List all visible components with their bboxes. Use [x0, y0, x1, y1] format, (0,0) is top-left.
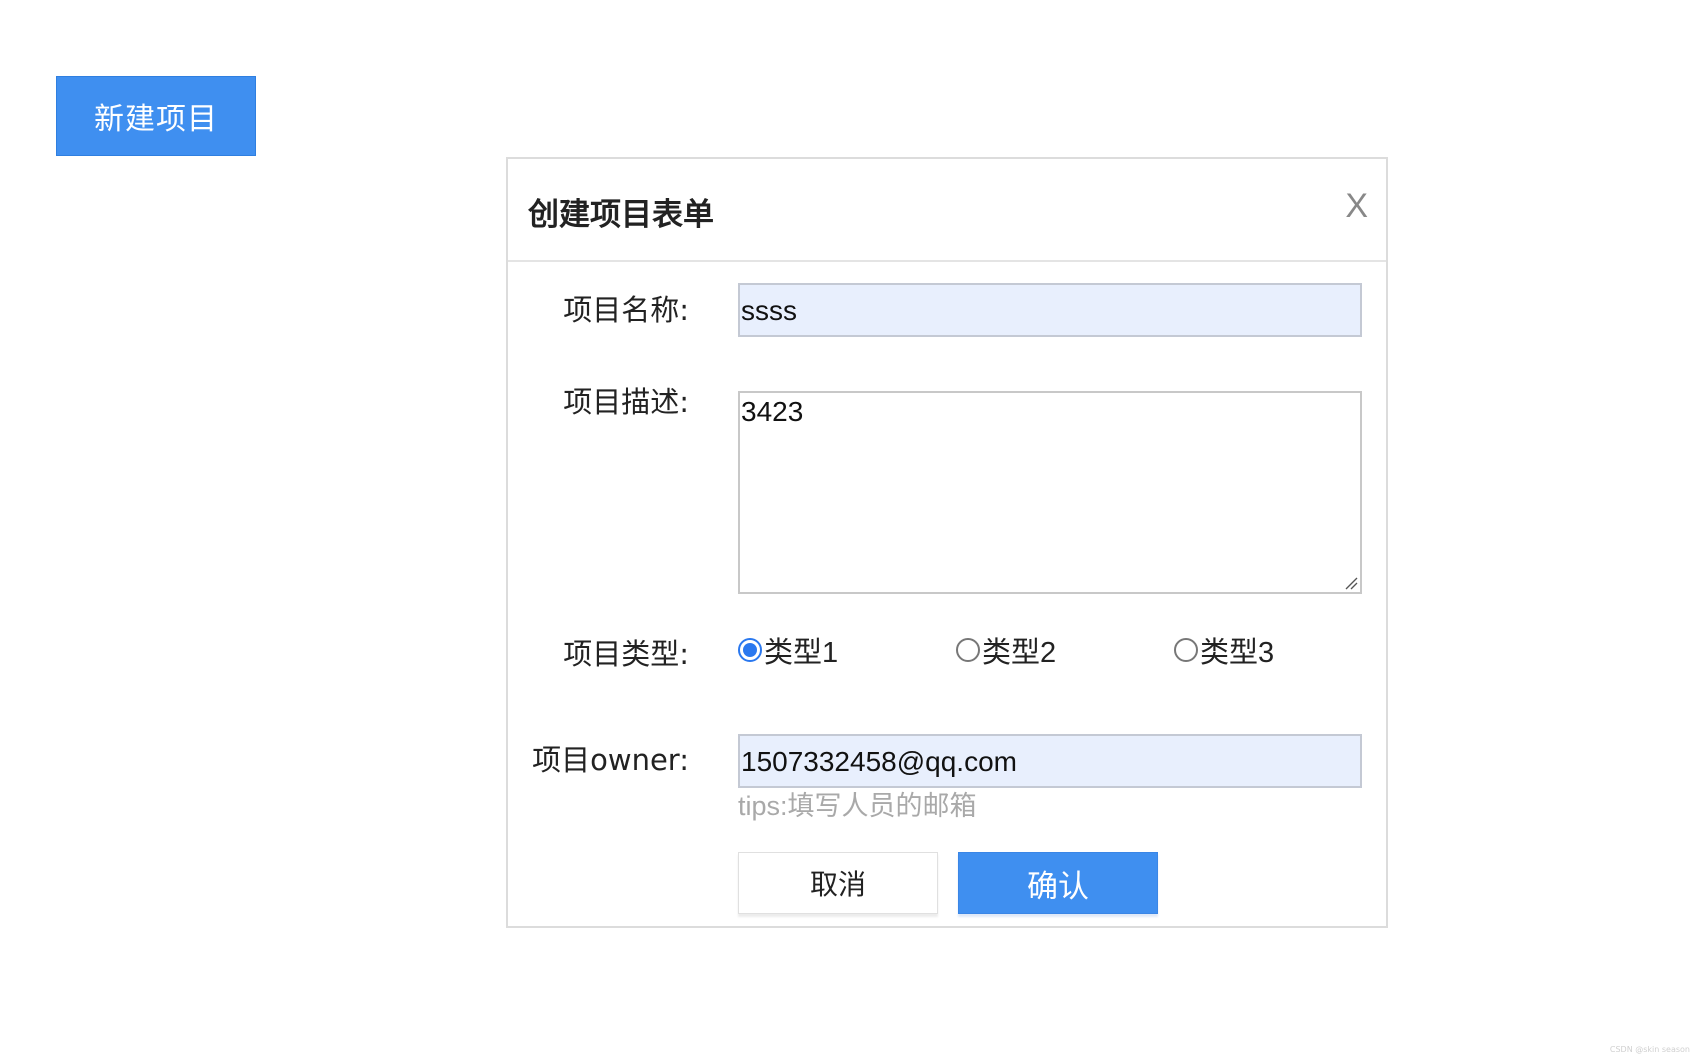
- project-desc-textarea[interactable]: 3423: [738, 391, 1362, 594]
- cancel-button[interactable]: 取消: [738, 852, 938, 914]
- radio-type-3[interactable]: 类型3: [1174, 629, 1274, 671]
- project-type-label: 项目类型:: [563, 637, 689, 671]
- create-project-dialog: 创建项目表单 X 项目名称: ssss 项目描述: 3423 项目类型: 类型1…: [506, 157, 1388, 928]
- new-project-button[interactable]: 新建项目: [56, 76, 256, 156]
- watermark: CSDN @skin season: [1609, 1045, 1690, 1054]
- dialog-title: 创建项目表单: [528, 197, 714, 233]
- project-type-radio-group: 类型1 类型2 类型3: [738, 629, 1362, 669]
- project-name-input[interactable]: ssss: [738, 283, 1362, 337]
- radio-type-2-label: 类型2: [982, 637, 1057, 669]
- close-icon[interactable]: X: [1345, 187, 1368, 226]
- dialog-header: 创建项目表单 X: [508, 159, 1386, 262]
- resize-handle-icon[interactable]: [1344, 576, 1358, 590]
- project-owner-label: 项目owner:: [532, 743, 689, 777]
- project-desc-text: 3423: [741, 396, 804, 427]
- radio-type-1[interactable]: 类型1: [738, 629, 838, 671]
- radio-checked-icon[interactable]: [738, 638, 762, 662]
- radio-unchecked-icon[interactable]: [956, 638, 980, 662]
- radio-type-3-label: 类型3: [1200, 637, 1275, 669]
- project-name-label: 项目名称:: [563, 293, 689, 327]
- radio-unchecked-icon[interactable]: [1174, 638, 1198, 662]
- project-owner-input[interactable]: 1507332458@qq.com: [738, 734, 1362, 788]
- page: 新建项目 创建项目表单 X 项目名称: ssss 项目描述: 3423 项目类型…: [0, 0, 1690, 1060]
- radio-type-2[interactable]: 类型2: [956, 629, 1056, 671]
- owner-tips: tips:填写人员的邮箱: [738, 791, 977, 821]
- project-desc-label: 项目描述:: [563, 385, 689, 419]
- confirm-button[interactable]: 确认: [958, 852, 1158, 914]
- radio-type-1-label: 类型1: [764, 637, 839, 669]
